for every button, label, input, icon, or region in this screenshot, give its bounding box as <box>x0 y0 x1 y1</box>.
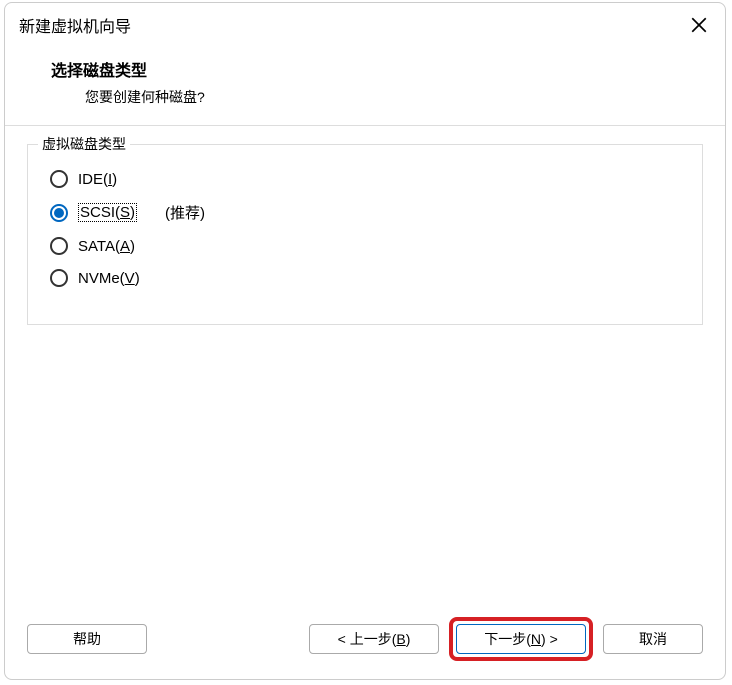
cancel-button[interactable]: 取消 <box>603 624 703 654</box>
radio-button[interactable] <box>50 269 68 287</box>
content-area: 虚拟磁盘类型 IDE(I) SCSI(S) (推荐) SATA(A) <box>5 126 725 605</box>
dialog-title: 新建虚拟机向导 <box>19 13 131 37</box>
close-icon <box>690 16 708 34</box>
titlebar: 新建虚拟机向导 <box>5 3 725 43</box>
radio-label: NVMe(V) <box>78 270 140 287</box>
radio-option-ide[interactable]: IDE(I) <box>50 163 684 195</box>
radio-button[interactable] <box>50 237 68 255</box>
radio-button[interactable] <box>50 170 68 188</box>
page-subtitle: 您要创建何种磁盘? <box>51 87 725 107</box>
recommended-hint: (推荐) <box>165 202 205 223</box>
disk-type-fieldset: 虚拟磁盘类型 IDE(I) SCSI(S) (推荐) SATA(A) <box>27 144 703 325</box>
radio-label: SCSI(S) <box>78 203 137 222</box>
next-button[interactable]: 下一步(N) > <box>456 624 586 654</box>
radio-label: IDE(I) <box>78 171 117 188</box>
radio-option-sata[interactable]: SATA(A) <box>50 230 684 262</box>
help-button[interactable]: 帮助 <box>27 624 147 654</box>
radio-option-scsi[interactable]: SCSI(S) (推荐) <box>50 195 684 230</box>
close-button[interactable] <box>685 11 713 39</box>
page-title: 选择磁盘类型 <box>51 57 725 81</box>
footer: 帮助 < 上一步(B) 下一步(N) > 取消 <box>5 605 725 679</box>
radio-button[interactable] <box>50 204 68 222</box>
back-button[interactable]: < 上一步(B) <box>309 624 439 654</box>
fieldset-legend: 虚拟磁盘类型 <box>38 134 130 154</box>
header-section: 选择磁盘类型 您要创建何种磁盘? <box>5 43 725 125</box>
radio-label: SATA(A) <box>78 238 135 255</box>
wizard-dialog: 新建虚拟机向导 选择磁盘类型 您要创建何种磁盘? 虚拟磁盘类型 IDE(I) <box>4 2 726 680</box>
next-button-highlight: 下一步(N) > <box>449 617 593 661</box>
radio-option-nvme[interactable]: NVMe(V) <box>50 262 684 294</box>
